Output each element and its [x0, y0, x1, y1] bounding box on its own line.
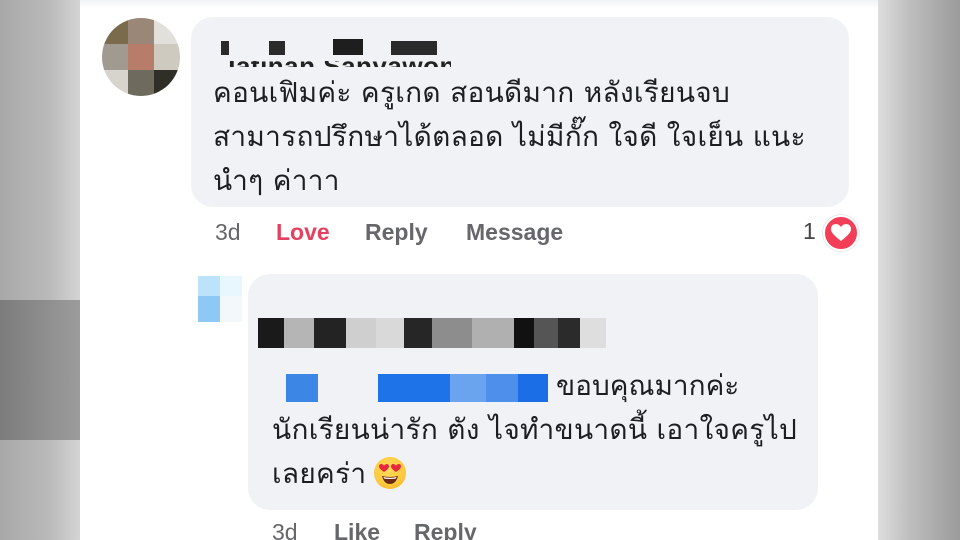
- comment-line: นำๆ ค่าาา: [213, 164, 340, 197]
- love-button[interactable]: Love: [276, 219, 330, 246]
- comment-actions: 3d Love Reply Message: [215, 219, 735, 249]
- name-redaction: [221, 33, 451, 61]
- message-button[interactable]: Message: [466, 219, 563, 246]
- top-divider: [80, 0, 878, 8]
- reply-avatar[interactable]: [198, 274, 244, 324]
- reply-button[interactable]: Reply: [365, 219, 428, 246]
- blurred-background-left: [0, 0, 80, 540]
- reply-line-text: เลยคร่า: [272, 457, 367, 490]
- timestamp[interactable]: 3d: [215, 219, 241, 246]
- heart-eyes-emoji: [374, 457, 407, 489]
- comment-line: คอนเฟิมค่ะ ครูเกด สอนดีมาก หลังเรียนจบ: [213, 76, 731, 109]
- heart-icon[interactable]: [823, 215, 859, 251]
- reply-line: นักเรียนน่ารัก ตัง ไจทำขนาดนี้ เอาใจครูไ…: [272, 413, 798, 446]
- reply-reply-button[interactable]: Reply: [414, 519, 477, 540]
- reply-first-line: ขอบคุณมากค่ะ: [556, 369, 740, 402]
- mention-redacted[interactable]: [286, 374, 548, 404]
- blurred-background-right: [878, 0, 960, 540]
- avatar[interactable]: [102, 18, 180, 96]
- reply-timestamp[interactable]: 3d: [272, 519, 298, 540]
- reply-line: เลยคร่า: [272, 452, 812, 496]
- comment-line: สามารถปรึกษาได้ตลอด ไม่มีกั๊ก ใจดี ใจเย็…: [213, 120, 806, 153]
- reaction-count[interactable]: 1: [803, 218, 816, 245]
- comment-text: คอนเฟิมค่ะ ครูเกด สอนดีมาก หลังเรียนจบ ส…: [213, 71, 833, 203]
- comment-thread: Jatinan Sanyawong คอนเฟิมค่ะ ครูเกด สอนด…: [80, 0, 878, 540]
- comment-bubble[interactable]: Jatinan Sanyawong คอนเฟิมค่ะ ครูเกด สอนด…: [191, 17, 849, 207]
- reply-author-redacted[interactable]: [258, 318, 608, 348]
- like-button[interactable]: Like: [334, 519, 380, 540]
- reply-actions: 3d Like Reply: [272, 519, 572, 540]
- reply-text: นักเรียนน่ารัก ตัง ไจทำขนาดนี้ เอาใจครูไ…: [272, 408, 812, 496]
- comment-author[interactable]: Jatinan Sanyawong: [221, 33, 451, 67]
